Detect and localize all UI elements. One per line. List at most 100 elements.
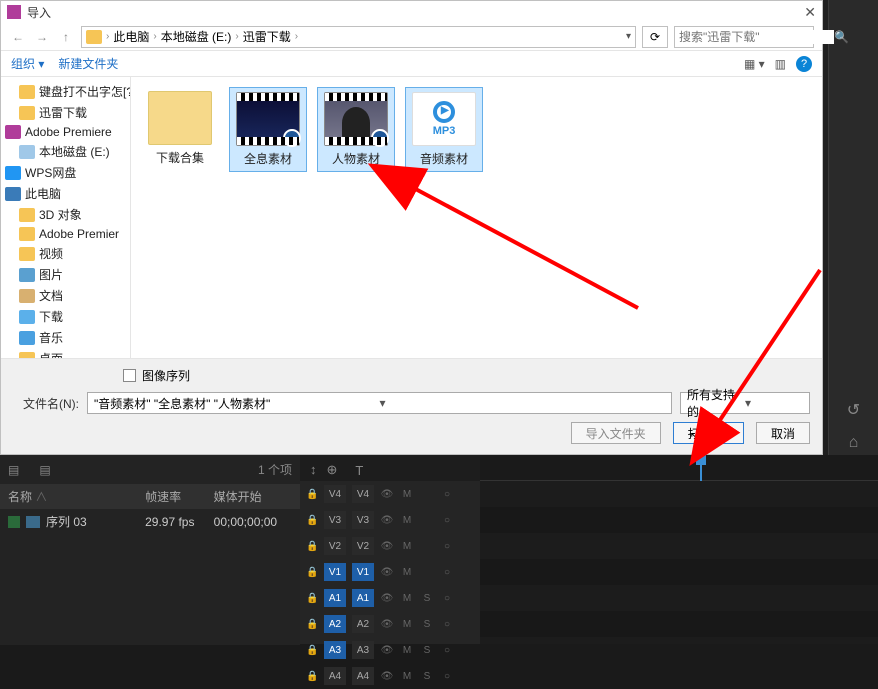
solo-icon[interactable]: S [420, 617, 434, 631]
crumb-root[interactable]: 此电脑 [113, 28, 149, 45]
project-row[interactable]: 序列 03 29.97 fps 00;00;00;00 [0, 509, 300, 534]
panel-nav-icon[interactable]: ▤ [39, 463, 50, 477]
chevron-down-icon[interactable]: ▾ [626, 31, 631, 42]
file-pane[interactable]: 下载合集全息素材人物素材MP3音频素材 [131, 77, 822, 358]
toggle-icon[interactable]: ○ [440, 487, 454, 501]
track-src-toggle[interactable]: A1 [324, 589, 346, 607]
file-item[interactable]: 人物素材 [317, 87, 395, 172]
search-input[interactable] [679, 30, 834, 44]
filename-input[interactable]: "音频素材" "全息素材" "人物素材" ▾ [87, 392, 672, 414]
col-name[interactable]: 名称 [8, 490, 32, 504]
mute-icon[interactable]: M [400, 643, 414, 657]
eye-icon[interactable]: 👁 [380, 565, 394, 579]
eye-icon[interactable]: 👁 [380, 487, 394, 501]
file-item[interactable]: MP3音频素材 [405, 87, 483, 172]
file-filter[interactable]: 所有支持的 ▾ [680, 392, 810, 414]
chevron-down-icon[interactable]: ▾ [380, 396, 666, 410]
video-track-header[interactable]: 🔒 V1 V1 👁 M ○ [300, 559, 480, 585]
toggle-icon[interactable]: ○ [440, 669, 454, 683]
tree-item[interactable]: Adobe Premier [1, 225, 130, 243]
video-track-header[interactable]: 🔒V3V3👁M○ [300, 507, 480, 533]
open-button[interactable]: 打开(O) ↖ [673, 422, 744, 444]
tool-text-icon[interactable]: T [355, 463, 363, 478]
col-media-start[interactable]: 媒体开始 [214, 488, 292, 505]
new-folder-button[interactable]: 新建文件夹 [58, 55, 118, 72]
view-icon[interactable]: ▦ ▾ [744, 57, 765, 71]
tree-item[interactable]: 音乐 [1, 327, 130, 348]
audio-track-header[interactable]: 🔒A3A3👁MS○ [300, 637, 480, 663]
tree-item[interactable]: 桌面 [1, 348, 130, 358]
track-target-toggle[interactable]: V1 [352, 563, 374, 581]
mute-icon[interactable]: M [400, 617, 414, 631]
image-sequence-checkbox[interactable] [123, 369, 136, 382]
col-fps[interactable]: 帧速率 [145, 488, 214, 505]
tool-icon[interactable]: ↕ [310, 462, 317, 478]
mute-icon[interactable]: M [400, 565, 414, 579]
toggle-icon[interactable]: ○ [440, 539, 454, 553]
file-item[interactable]: 下载合集 [141, 87, 219, 172]
breadcrumb[interactable]: › 此电脑 › 本地磁盘 (E:) › 迅雷下载 › ▾ [81, 26, 636, 48]
video-track-header[interactable]: 🔒V4V4👁M○ [300, 481, 480, 507]
toggle-icon[interactable]: ○ [440, 591, 454, 605]
crumb-drive[interactable]: 本地磁盘 (E:) [161, 28, 232, 45]
track-target-toggle[interactable]: A1 [352, 589, 374, 607]
folder-tree[interactable]: 键盘打不出字怎[?]迅雷下载Adobe Premiere本地磁盘 (E:)WPS… [1, 77, 131, 358]
tree-item[interactable]: 迅雷下载 [1, 102, 130, 123]
solo-icon[interactable]: S [420, 591, 434, 605]
solo-icon[interactable] [420, 539, 434, 553]
toggle-icon[interactable]: ○ [440, 513, 454, 527]
playhead[interactable] [700, 455, 702, 481]
refresh-button[interactable]: ⟳ [642, 26, 668, 48]
solo-icon[interactable] [420, 487, 434, 501]
eye-icon[interactable]: 👁 [380, 643, 394, 657]
toggle-icon[interactable]: ○ [440, 617, 454, 631]
cancel-button[interactable]: 取消 [756, 422, 810, 444]
eye-icon[interactable]: 👁 [380, 591, 394, 605]
eye-icon[interactable]: 👁 [380, 617, 394, 631]
tree-item[interactable]: 本地磁盘 (E:) [1, 141, 130, 162]
tree-item[interactable]: Adobe Premiere [1, 123, 130, 141]
search-box[interactable]: 🔍 [674, 26, 814, 48]
solo-icon[interactable]: S [420, 643, 434, 657]
track-src-toggle[interactable]: A2 [324, 615, 346, 633]
track-src-toggle[interactable]: V1 [324, 563, 346, 581]
lock-icon[interactable]: 🔒 [306, 515, 318, 526]
lock-icon[interactable]: 🔒 [306, 671, 318, 682]
mute-icon[interactable]: M [400, 487, 414, 501]
timeline-grid[interactable] [480, 481, 878, 644]
up-icon[interactable]: ↑ [57, 28, 75, 46]
tree-item[interactable]: 文档 [1, 285, 130, 306]
eye-icon[interactable]: 👁 [380, 669, 394, 683]
tree-item[interactable]: 下载 [1, 306, 130, 327]
timeline-ruler[interactable] [480, 455, 878, 481]
solo-icon[interactable] [420, 513, 434, 527]
toggle-icon[interactable]: ○ [440, 565, 454, 579]
lock-icon[interactable]: 🔒 [306, 619, 318, 630]
mute-icon[interactable]: M [400, 539, 414, 553]
track-src-toggle[interactable]: V2 [324, 537, 346, 555]
tree-item[interactable]: WPS网盘 [1, 162, 130, 183]
lock-icon[interactable]: 🔒 [306, 541, 318, 552]
toggle-icon[interactable]: ○ [440, 643, 454, 657]
tool-icon[interactable]: ⊕ [327, 462, 338, 478]
track-target-toggle[interactable]: A2 [352, 615, 374, 633]
track-target-toggle[interactable]: V4 [352, 485, 374, 503]
track-target-toggle[interactable]: V2 [352, 537, 374, 555]
forward-icon[interactable]: → [33, 28, 51, 46]
lock-icon[interactable]: 🔒 [306, 567, 318, 578]
close-icon[interactable]: ✕ [804, 4, 816, 21]
track-target-toggle[interactable]: V3 [352, 511, 374, 529]
view-icon[interactable]: ▥ [775, 57, 786, 71]
tree-item[interactable]: 3D 对象 [1, 204, 130, 225]
crumb-folder[interactable]: 迅雷下载 [243, 28, 291, 45]
audio-track-header[interactable]: 🔒 A2 A2 👁 MS ○ [300, 611, 480, 637]
panel-nav-icon[interactable]: ▤ [8, 463, 19, 477]
eye-icon[interactable]: 👁 [380, 539, 394, 553]
file-item[interactable]: 全息素材 [229, 87, 307, 172]
solo-icon[interactable]: S [420, 669, 434, 683]
solo-icon[interactable] [420, 565, 434, 579]
track-src-toggle[interactable]: A4 [324, 667, 346, 685]
tree-item[interactable]: 此电脑 [1, 183, 130, 204]
import-folder-button[interactable]: 导入文件夹 [571, 422, 661, 444]
organize-button[interactable]: 组织 ▾ [11, 55, 44, 72]
